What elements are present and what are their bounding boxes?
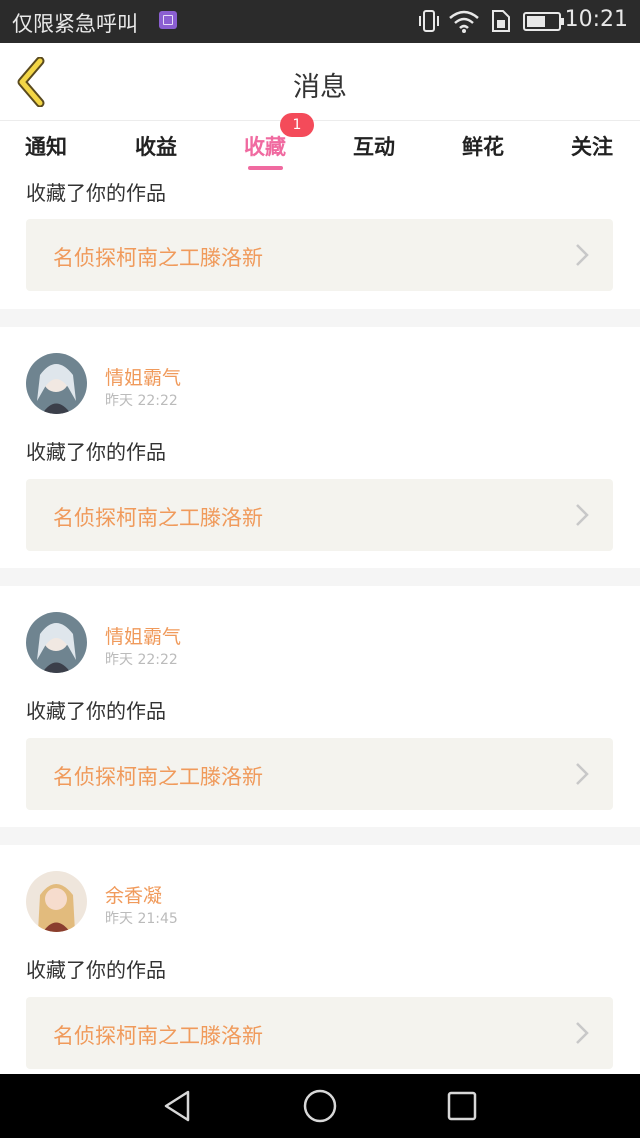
feed-item: 情姐霸气 昨天 22:22 收藏了你的作品 名侦探柯南之工滕洛新 bbox=[0, 586, 640, 827]
feed-message: 收藏了你的作品 bbox=[26, 181, 166, 205]
chevron-right-icon bbox=[576, 1022, 589, 1044]
system-home-button[interactable] bbox=[302, 1088, 338, 1124]
home-circle-icon bbox=[303, 1089, 337, 1123]
avatar[interactable] bbox=[26, 871, 87, 932]
tab-earnings[interactable]: 收益 bbox=[135, 131, 177, 161]
feed-item: 收藏了你的作品 名侦探柯南之工滕洛新 bbox=[0, 171, 640, 309]
recents-square-icon bbox=[447, 1091, 477, 1121]
chevron-right-icon bbox=[576, 504, 589, 526]
avatar[interactable] bbox=[26, 353, 87, 414]
feed-item: 余香凝 昨天 21:45 收藏了你的作品 名侦探柯南之工滕洛新 bbox=[0, 845, 640, 1074]
page-title: 消息 bbox=[293, 72, 347, 103]
back-triangle-icon bbox=[164, 1090, 190, 1122]
system-recents-button[interactable] bbox=[444, 1088, 480, 1124]
chevron-right-icon bbox=[576, 244, 589, 266]
wifi-icon bbox=[449, 10, 479, 33]
feed-message: 收藏了你的作品 bbox=[26, 440, 166, 464]
work-title: 名侦探柯南之工滕洛新 bbox=[53, 506, 263, 530]
favorites-feed: 收藏了你的作品 名侦探柯南之工滕洛新 情姐霸气 昨天 22:22 收藏了你的作品… bbox=[0, 171, 640, 1074]
feed-message: 收藏了你的作品 bbox=[26, 699, 166, 723]
work-title: 名侦探柯南之工滕洛新 bbox=[53, 246, 263, 270]
avatar[interactable] bbox=[26, 612, 87, 673]
timestamp: 昨天 21:45 bbox=[105, 911, 178, 927]
work-title: 名侦探柯南之工滕洛新 bbox=[53, 1024, 263, 1048]
work-link[interactable]: 名侦探柯南之工滕洛新 bbox=[26, 479, 613, 551]
active-tab-indicator bbox=[248, 166, 283, 170]
timestamp: 昨天 22:22 bbox=[105, 393, 178, 409]
work-link[interactable]: 名侦探柯南之工滕洛新 bbox=[26, 738, 613, 810]
carrier-text: 仅限紧急呼叫 bbox=[12, 12, 138, 36]
feed-item: 情姐霸气 昨天 22:22 收藏了你的作品 名侦探柯南之工滕洛新 bbox=[0, 327, 640, 568]
sim-icon bbox=[492, 10, 510, 32]
vibrate-icon bbox=[419, 10, 439, 32]
username[interactable]: 情姐霸气 bbox=[105, 622, 181, 649]
tab-flowers[interactable]: 鲜花 bbox=[462, 131, 504, 161]
tab-interactions[interactable]: 互动 bbox=[353, 131, 395, 161]
work-link[interactable]: 名侦探柯南之工滕洛新 bbox=[26, 997, 613, 1069]
status-bar: 仅限紧急呼叫 10:21 bbox=[0, 0, 640, 43]
timestamp: 昨天 22:22 bbox=[105, 652, 178, 668]
feed-message: 收藏了你的作品 bbox=[26, 958, 166, 982]
work-link[interactable]: 名侦探柯南之工滕洛新 bbox=[26, 219, 613, 291]
tab-notifications[interactable]: 通知 bbox=[25, 131, 67, 161]
clock-time: 10:21 bbox=[564, 7, 628, 32]
unread-badge: 1 bbox=[280, 113, 314, 137]
tab-following[interactable]: 关注 bbox=[571, 131, 613, 161]
tab-favorites[interactable]: 收藏 bbox=[244, 131, 286, 161]
chevron-right-icon bbox=[576, 763, 589, 785]
category-tabs: 通知 收益 收藏 1 互动 鲜花 关注 bbox=[0, 113, 640, 171]
top-nav-bar: 消息 bbox=[0, 43, 640, 121]
username[interactable]: 情姐霸气 bbox=[105, 363, 181, 390]
username[interactable]: 余香凝 bbox=[105, 881, 162, 908]
work-title: 名侦探柯南之工滕洛新 bbox=[53, 765, 263, 789]
gallery-notification-icon bbox=[159, 11, 177, 29]
system-back-button[interactable] bbox=[160, 1088, 196, 1124]
system-nav-bar bbox=[0, 1074, 640, 1138]
battery-icon bbox=[523, 12, 564, 31]
